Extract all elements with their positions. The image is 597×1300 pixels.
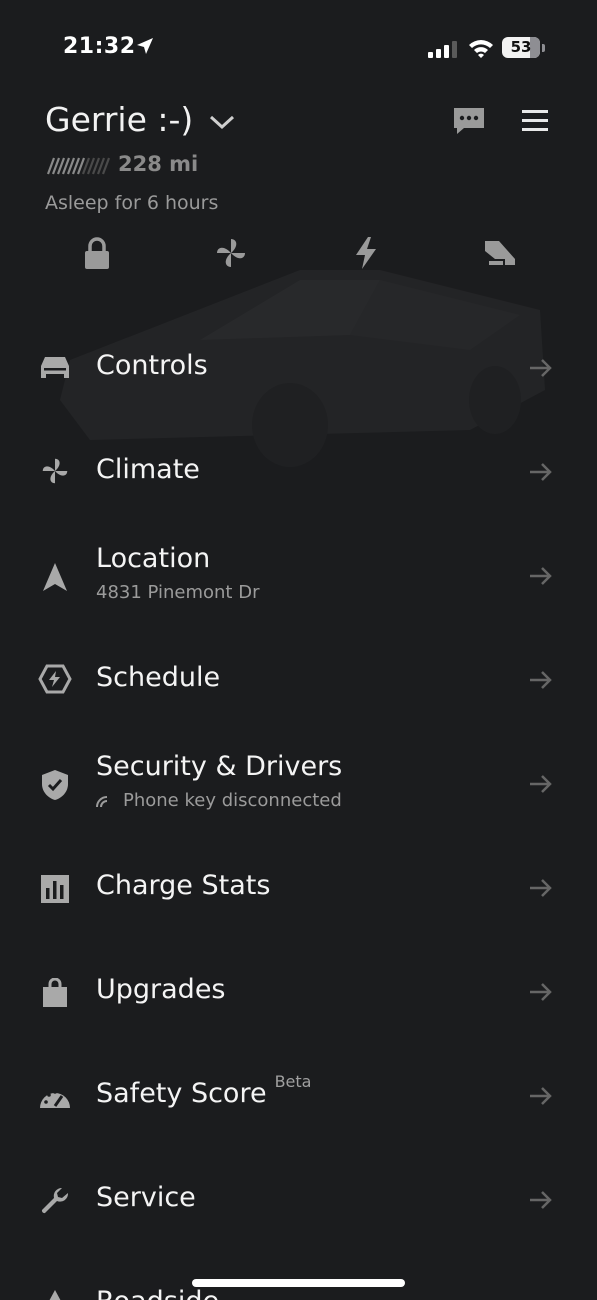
menu-item-location[interactable]: Location 4831 Pinemont Dr: [0, 530, 597, 620]
menu-item-label: Service: [96, 1182, 196, 1213]
menu-item-service[interactable]: Service: [0, 1154, 597, 1244]
tonneau-button[interactable]: [479, 233, 519, 273]
menu-item-label: Upgrades: [96, 974, 226, 1005]
battery-icon: 53: [502, 37, 540, 58]
menu-item-climate[interactable]: Climate: [0, 426, 597, 516]
bolt-icon: [356, 237, 376, 269]
tonneau-icon: [485, 241, 515, 265]
range-text: 228 mi: [118, 152, 199, 176]
arrow-right-icon: [530, 775, 552, 793]
climate-button[interactable]: [211, 233, 251, 273]
bar-chart-icon: [36, 870, 74, 908]
menu-item-sublabel: 4831 Pinemont Dr: [96, 582, 260, 603]
navigation-icon: [36, 558, 74, 596]
status-time: 21:32: [63, 34, 136, 59]
menu-item-charge-stats[interactable]: Charge Stats: [0, 842, 597, 932]
chevron-down-icon[interactable]: [208, 113, 236, 131]
lock-icon: [85, 237, 109, 269]
wrench-icon: [36, 1182, 74, 1220]
arrow-right-icon: [530, 1087, 552, 1105]
menu-item-label: Climate: [96, 454, 200, 485]
vehicle-status: Asleep for 6 hours: [45, 192, 219, 214]
shopping-bag-icon: [36, 974, 74, 1012]
menu-item-label: Charge Stats: [96, 870, 271, 901]
beta-badge: Beta: [274, 1072, 312, 1091]
speedometer-icon: [36, 1078, 74, 1116]
menu-item-safety-score[interactable]: Safety Score Beta: [0, 1050, 597, 1140]
lock-button[interactable]: [77, 233, 117, 273]
menu-item-label: Schedule: [96, 662, 221, 693]
battery-level: 53: [510, 38, 532, 56]
home-indicator[interactable]: [192, 1279, 405, 1287]
menu-item-label: Roadside: [96, 1286, 219, 1300]
menu-item-label: Location: [96, 543, 211, 574]
cellular-signal-icon: [428, 41, 457, 58]
arrow-right-icon: [530, 879, 552, 897]
menu-icon[interactable]: [521, 108, 549, 132]
menu-item-label: Security & Drivers: [96, 751, 343, 782]
fan-icon: [36, 452, 74, 490]
message-icon[interactable]: [452, 106, 486, 136]
arrow-right-icon: [530, 567, 552, 585]
arrow-right-icon: [530, 463, 552, 481]
range-bar-icon: [46, 157, 110, 175]
phone-key-status-icon: [96, 796, 108, 808]
arrow-right-icon: [530, 671, 552, 689]
menu-item-controls[interactable]: Controls: [0, 322, 597, 412]
menu-item-label: Safety Score Beta: [96, 1072, 311, 1109]
car-icon: [36, 348, 74, 386]
menu-item-security-drivers[interactable]: Security & Drivers Phone key disconnecte…: [0, 738, 597, 828]
vehicle-name[interactable]: Gerrie :-): [45, 100, 193, 139]
arrow-right-icon: [530, 359, 552, 377]
wifi-icon: [469, 40, 493, 58]
menu-item-sublabel: Phone key disconnected: [123, 790, 342, 811]
warning-icon: [36, 1284, 74, 1300]
location-arrow-icon: [137, 38, 153, 54]
menu-item-schedule[interactable]: Schedule: [0, 634, 597, 724]
menu-item-label-text: Safety Score: [96, 1078, 267, 1109]
arrow-right-icon: [530, 983, 552, 1001]
charge-button[interactable]: [346, 233, 386, 273]
schedule-icon: [36, 660, 74, 698]
fan-icon: [217, 239, 245, 267]
shield-icon: [36, 766, 74, 804]
menu-item-upgrades[interactable]: Upgrades: [0, 946, 597, 1036]
arrow-right-icon: [530, 1191, 552, 1209]
menu-item-label: Controls: [96, 350, 208, 381]
